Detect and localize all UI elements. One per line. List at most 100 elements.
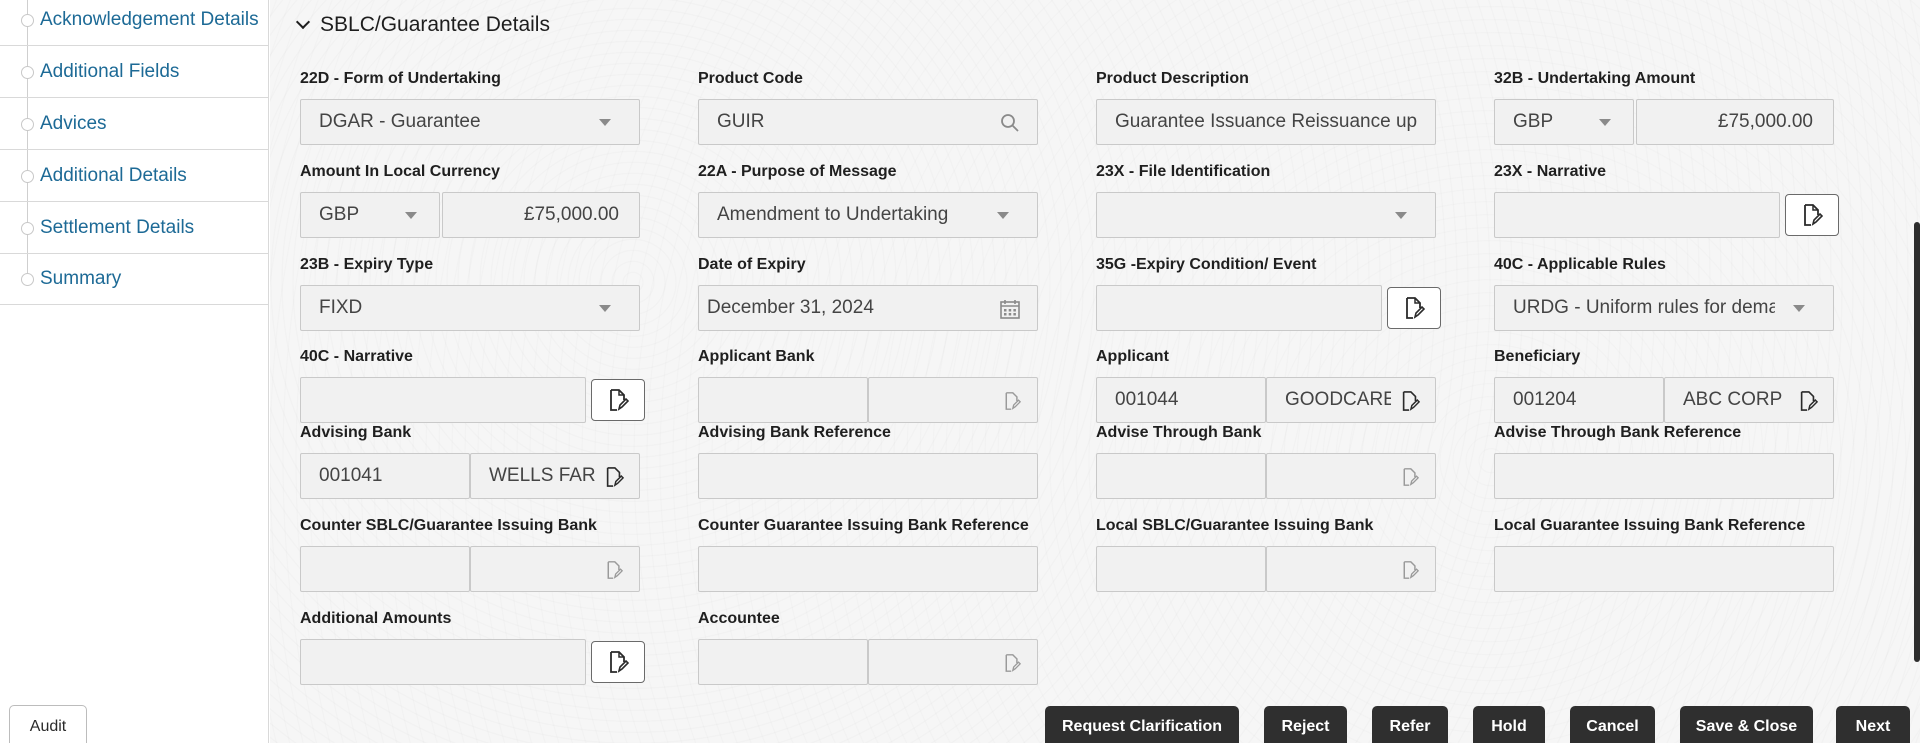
applicant-bank-name-input[interactable] [868,377,1038,423]
step-dot-icon [21,13,34,27]
field-label: Date of Expiry [698,256,806,273]
sidebar-item-additional-details[interactable]: Additional Details [0,150,269,202]
undertaking-currency-select[interactable]: GBP [1494,99,1634,145]
sidebar-item-label: Settlement Details [40,216,195,238]
undertaking-amount-input[interactable]: £75,000.00 [1636,99,1834,145]
date-of-expiry-input[interactable]: December 31, 2024 [698,285,1038,331]
section-header[interactable]: SBLC/Guarantee Details [292,10,550,40]
counter-issuing-bank-name-input[interactable] [470,546,640,592]
request-clarification-button[interactable]: Request Clarification [1045,706,1239,743]
counter-issuing-bank-reference-input[interactable] [698,546,1038,592]
section-title: SBLC/Guarantee Details [320,13,550,36]
field-label: Counter Guarantee Issuing Bank Reference [698,517,1029,534]
sidebar-item-label: Additional Details [40,164,187,186]
beneficiary-name-input[interactable]: ABC CORP [1664,377,1834,423]
field-label: 32B - Undertaking Amount [1494,70,1696,87]
local-issuing-bank-id-input[interactable] [1096,546,1266,592]
advising-bank-id-input[interactable]: 001041 [300,453,470,499]
sidebar-item-summary[interactable]: Summary [0,253,269,305]
main-panel: SBLC/Guarantee Details 22D - Form of Und… [270,0,1920,743]
edit-document-icon[interactable] [1399,390,1421,412]
search-icon[interactable] [999,112,1021,134]
cancel-button[interactable]: Cancel [1570,706,1655,743]
step-dot-icon [21,65,34,79]
edit-document-icon [1406,297,1425,319]
form-of-undertaking-select[interactable]: DGAR - Guarantee [300,99,640,145]
field-label: Beneficiary [1494,348,1581,365]
edit-document-icon[interactable] [603,466,625,488]
sidebar-item-acknowledgement-details[interactable]: Acknowledgement Details [0,0,269,46]
field-label: 35G -Expiry Condition/ Event [1096,256,1317,273]
expiry-condition-input[interactable] [1096,285,1382,331]
field-label: Applicant Bank [698,348,815,365]
sidebar: Acknowledgement Details Additional Field… [0,0,269,743]
additional-amounts-input[interactable] [300,639,586,685]
edit-document-icon[interactable] [1797,390,1819,412]
field-label: Advising Bank Reference [698,424,891,441]
advising-bank-reference-input[interactable] [698,453,1038,499]
field-label: Counter SBLC/Guarantee Issuing Bank [300,517,597,534]
next-button[interactable]: Next [1836,706,1910,743]
main-scrollbar[interactable] [1914,222,1920,662]
narrative-40c-edit-button[interactable] [591,379,645,421]
counter-issuing-bank-id-input[interactable] [300,546,470,592]
edit-document-icon [1001,652,1023,674]
advise-through-bank-reference-input[interactable] [1494,453,1834,499]
step-dot-icon [21,117,34,131]
beneficiary-id-input[interactable]: 001204 [1494,377,1664,423]
advise-through-bank-name-input[interactable] [1266,453,1436,499]
chevron-down-icon [295,14,311,30]
field-label: 22D - Form of Undertaking [300,70,501,87]
field-label: Accountee [698,610,780,627]
advising-bank-name-input[interactable]: WELLS FAR [470,453,640,499]
sidebar-item-additional-fields[interactable]: Additional Fields [0,46,269,98]
edit-document-icon [1001,390,1023,412]
expiry-type-select[interactable]: FIXD [300,285,640,331]
field-label: Product Code [698,70,803,87]
applicant-id-input[interactable]: 001044 [1096,377,1266,423]
edit-document-icon [1399,559,1421,581]
local-amount-input[interactable]: £75,000.00 [442,192,640,238]
sidebar-item-settlement-details[interactable]: Settlement Details [0,202,269,254]
step-dot-icon [21,221,34,235]
sidebar-item-label: Advices [40,112,107,134]
chevron-down-icon [1395,212,1407,219]
product-code-input[interactable]: GUIR [698,99,1038,145]
field-label: 40C - Applicable Rules [1494,256,1666,273]
calendar-icon[interactable] [999,298,1021,320]
purpose-of-message-select[interactable]: Amendment to Undertaking [698,192,1038,238]
step-dot-icon [21,169,34,183]
edit-document-icon [1804,204,1823,226]
hold-button[interactable]: Hold [1473,706,1545,743]
narrative-23x-input[interactable] [1494,192,1780,238]
chevron-down-icon [599,119,611,126]
local-issuing-bank-name-input[interactable] [1266,546,1436,592]
sidebar-item-label: Summary [40,267,122,289]
product-description-input[interactable]: Guarantee Issuance Reissuance up [1096,99,1436,145]
accountee-name-input[interactable] [868,639,1038,685]
chevron-down-icon [1793,305,1805,312]
step-dot-icon [21,272,34,286]
narrative-23x-edit-button[interactable] [1785,194,1839,236]
applicable-rules-select[interactable]: URDG - Uniform rules for dema [1494,285,1834,331]
applicant-bank-id-input[interactable] [698,377,868,423]
local-currency-select[interactable]: GBP [300,192,440,238]
expiry-condition-edit-button[interactable] [1387,287,1441,329]
local-issuing-bank-reference-input[interactable] [1494,546,1834,592]
audit-button[interactable]: Audit [9,705,87,743]
field-label: Advising Bank [300,424,412,441]
chevron-down-icon [1599,119,1611,126]
sidebar-item-label: Additional Fields [40,60,180,82]
advise-through-bank-id-input[interactable] [1096,453,1266,499]
narrative-40c-input[interactable] [300,377,586,423]
save-close-button[interactable]: Save & Close [1680,706,1813,743]
accountee-id-input[interactable] [698,639,868,685]
refer-button[interactable]: Refer [1372,706,1448,743]
reject-button[interactable]: Reject [1264,706,1347,743]
sidebar-item-advices[interactable]: Advices [0,98,269,150]
additional-amounts-edit-button[interactable] [591,641,645,683]
applicant-name-input[interactable]: GOODCARE [1266,377,1436,423]
field-label: 40C - Narrative [300,348,413,365]
file-identification-select[interactable] [1096,192,1436,238]
field-label: 23X - File Identification [1096,163,1271,180]
